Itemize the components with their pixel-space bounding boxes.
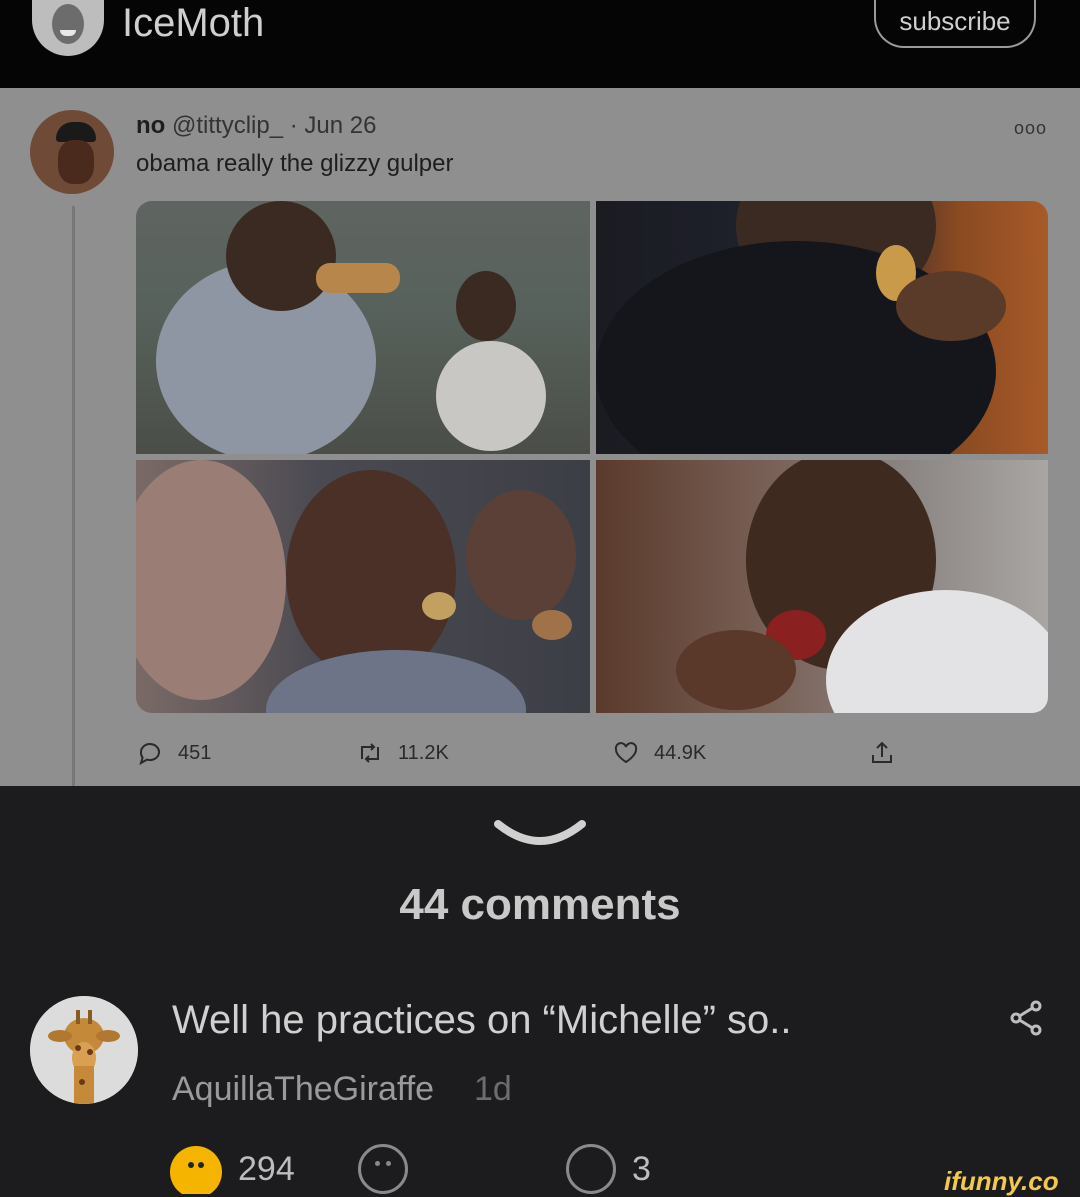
thread-line bbox=[72, 206, 75, 786]
tweet-photo bbox=[136, 460, 590, 713]
tweet-separator: · bbox=[289, 112, 298, 139]
tweet-reply: 451 bbox=[136, 738, 211, 768]
smile-count: 294 bbox=[238, 1150, 295, 1188]
more-options-icon: ooo bbox=[1014, 118, 1048, 138]
tweet-screenshot: no @tittyclip_ · Jun 26 ooo obama really… bbox=[0, 88, 1080, 786]
comment-username[interactable]: AquillaTheGiraffe bbox=[172, 1070, 434, 1109]
comment-actions: 294 3 bbox=[0, 1140, 1080, 1194]
commenter-avatar[interactable] bbox=[30, 996, 138, 1104]
reply-count: 3 bbox=[632, 1150, 651, 1188]
comments-count: 44 comments bbox=[399, 880, 681, 929]
subscribe-button[interactable]: subscribe bbox=[874, 0, 1036, 48]
tweet-handle: @tittyclip_ bbox=[172, 112, 284, 139]
heart-icon bbox=[614, 742, 638, 764]
post-header: IceMoth subscribe bbox=[0, 0, 1080, 88]
tweet-photo bbox=[136, 201, 590, 454]
comment-timestamp: 1d bbox=[474, 1070, 512, 1108]
share-icon[interactable] bbox=[1008, 1000, 1044, 1036]
channel-avatar[interactable] bbox=[32, 0, 104, 56]
channel-name[interactable]: IceMoth bbox=[122, 0, 264, 48]
tweet-like-count: 44.9K bbox=[654, 741, 707, 764]
smile-icon[interactable] bbox=[170, 1146, 222, 1194]
tweet-photo bbox=[596, 201, 1048, 454]
tweet-like: 44.9K bbox=[612, 738, 706, 768]
giraffe-icon bbox=[30, 996, 138, 1104]
tweet-reply-count: 451 bbox=[178, 741, 212, 764]
tweet-actions: 451 11.2K 44.9K bbox=[136, 738, 1048, 768]
tweet-meta: no @tittyclip_ · Jun 26 bbox=[136, 112, 376, 140]
tweet-retweet-count: 11.2K bbox=[398, 741, 449, 764]
tweet-photo bbox=[596, 460, 1048, 713]
tweet-text: obama really the glizzy gulper bbox=[136, 150, 454, 177]
unsmile-icon[interactable] bbox=[358, 1144, 408, 1194]
tweet-date: Jun 26 bbox=[304, 112, 377, 139]
share-upload-icon bbox=[872, 741, 892, 763]
tweet-share bbox=[868, 738, 896, 768]
tweet-display-name: no bbox=[136, 112, 166, 139]
chevron-down-icon[interactable] bbox=[494, 818, 586, 852]
comment-text: Well he practices on “Michelle” so.. bbox=[172, 998, 792, 1042]
ifunny-watermark: ifunny.co bbox=[944, 1166, 1059, 1196]
tweet-avatar bbox=[30, 110, 114, 194]
tweet-photo-grid bbox=[136, 201, 1048, 713]
comment-bubble-icon bbox=[139, 743, 160, 766]
tweet-retweet: 11.2K bbox=[356, 738, 449, 768]
retweet-icon bbox=[361, 743, 379, 763]
reply-icon[interactable] bbox=[566, 1144, 616, 1194]
